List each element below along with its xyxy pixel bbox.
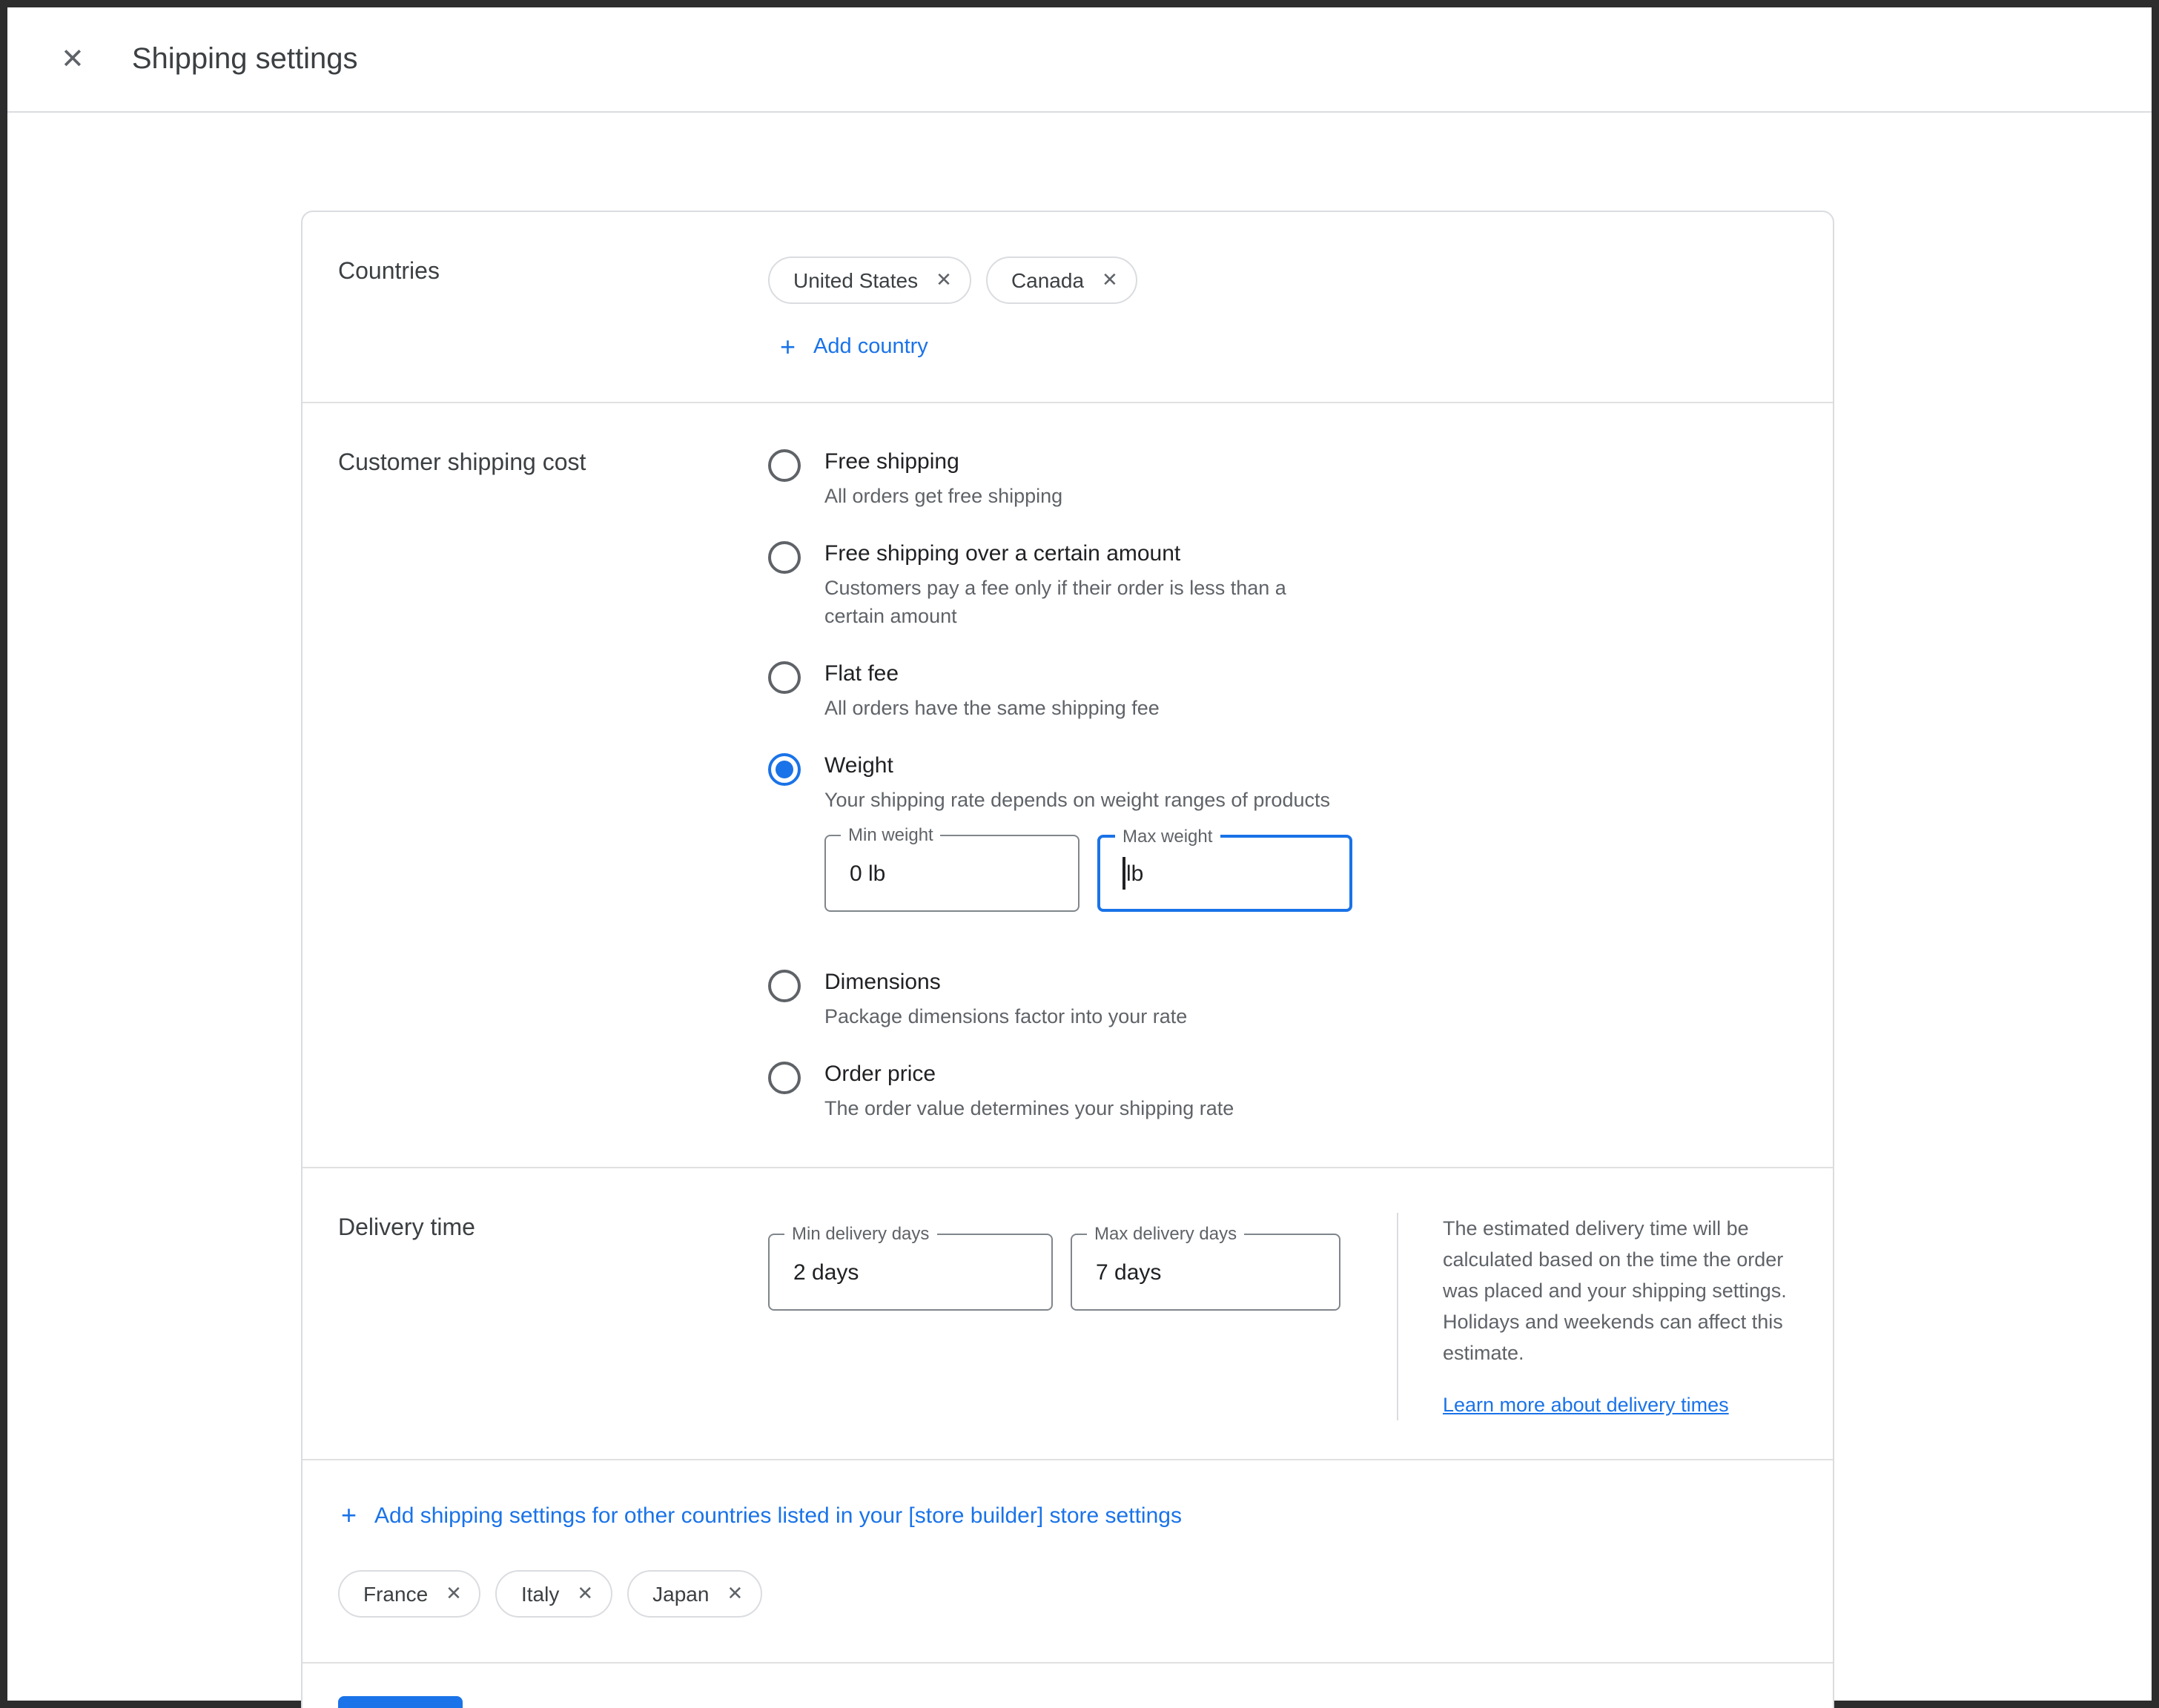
radio-title: Flat fee bbox=[824, 660, 1160, 689]
country-chip-canada[interactable]: Canada ✕ bbox=[986, 256, 1137, 304]
radio-icon[interactable] bbox=[768, 449, 801, 482]
settings-card: Countries United States ✕ Canada ✕ + Add… bbox=[301, 211, 1834, 1708]
delivery-help-panel: The estimated delivery time will be calc… bbox=[1397, 1213, 1797, 1420]
delivery-fields-row: Min delivery days 2 days Max delivery da… bbox=[768, 1213, 1340, 1420]
radio-option-free-shipping-over-amount[interactable]: Free shipping over a certain amount Cust… bbox=[768, 540, 1797, 630]
country-chip-japan[interactable]: Japan ✕ bbox=[627, 1570, 762, 1618]
country-chip-italy[interactable]: Italy ✕ bbox=[496, 1570, 612, 1618]
country-chip-label: France bbox=[363, 1582, 428, 1606]
min-delivery-days-label: Min delivery days bbox=[784, 1223, 936, 1244]
plus-icon: + bbox=[780, 334, 796, 360]
add-country-label: Add country bbox=[813, 335, 928, 359]
shipping-settings-dialog: ✕ Shipping settings Countries United Sta… bbox=[0, 0, 2159, 1708]
radio-icon[interactable] bbox=[768, 1062, 801, 1094]
radio-title: Order price bbox=[824, 1060, 1234, 1090]
shipping-cost-label: Customer shipping cost bbox=[338, 448, 768, 1128]
footer: Save Back bbox=[302, 1664, 1833, 1708]
remove-country-icon[interactable]: ✕ bbox=[936, 268, 952, 292]
radio-title: Dimensions bbox=[824, 968, 1187, 998]
max-delivery-days-label: Max delivery days bbox=[1087, 1223, 1244, 1244]
min-weight-field[interactable]: Min weight 0 lb bbox=[824, 835, 1080, 912]
page-title: Shipping settings bbox=[132, 42, 358, 76]
radio-option-order-price[interactable]: Order price The order value determines y… bbox=[768, 1060, 1797, 1122]
add-other-countries-label: Add shipping settings for other countrie… bbox=[374, 1503, 1182, 1528]
remove-country-icon[interactable]: ✕ bbox=[727, 1582, 743, 1606]
other-countries-chips-row: France ✕ Italy ✕ Japan ✕ bbox=[338, 1570, 1797, 1618]
radio-icon-selected[interactable] bbox=[768, 753, 801, 786]
close-icon[interactable]: ✕ bbox=[55, 39, 90, 79]
max-weight-field-label: Max weight bbox=[1115, 826, 1220, 847]
learn-more-link[interactable]: Learn more about delivery times bbox=[1443, 1389, 1729, 1420]
add-other-countries-button[interactable]: + Add shipping settings for other countr… bbox=[341, 1502, 1182, 1529]
countries-label: Countries bbox=[338, 256, 768, 363]
other-countries-section: + Add shipping settings for other countr… bbox=[302, 1460, 1833, 1664]
save-button[interactable]: Save bbox=[338, 1696, 463, 1708]
delivery-time-label: Delivery time bbox=[338, 1213, 768, 1420]
radio-title: Free shipping over a certain amount bbox=[824, 540, 1314, 569]
remove-country-icon[interactable]: ✕ bbox=[1102, 268, 1118, 292]
max-delivery-days-value: 7 days bbox=[1096, 1260, 1161, 1285]
max-weight-field-value: lb bbox=[1126, 861, 1143, 886]
radio-description: All orders have the same shipping fee bbox=[824, 694, 1160, 722]
radio-title: Weight bbox=[824, 752, 1352, 781]
radio-icon[interactable] bbox=[768, 661, 801, 694]
radio-description: Your shipping rate depends on weight ran… bbox=[824, 786, 1352, 814]
shipping-cost-section: Customer shipping cost Free shipping All… bbox=[302, 403, 1833, 1168]
min-weight-field-label: Min weight bbox=[841, 824, 941, 845]
remove-country-icon[interactable]: ✕ bbox=[577, 1582, 593, 1606]
radio-description: Customers pay a fee only if their order … bbox=[824, 574, 1314, 630]
topbar: ✕ Shipping settings bbox=[7, 7, 2152, 113]
country-chip-label: Japan bbox=[652, 1582, 709, 1606]
radio-icon[interactable] bbox=[768, 970, 801, 1002]
radio-description: All orders get free shipping bbox=[824, 482, 1062, 510]
radio-icon[interactable] bbox=[768, 541, 801, 574]
country-chip-united-states[interactable]: United States ✕ bbox=[768, 256, 971, 304]
radio-title: Free shipping bbox=[824, 448, 1062, 477]
min-delivery-days-field[interactable]: Min delivery days 2 days bbox=[768, 1234, 1053, 1311]
radio-description: Package dimensions factor into your rate bbox=[824, 1002, 1187, 1030]
min-weight-field-value: 0 lb bbox=[850, 861, 885, 886]
weight-fields-row: Min weight 0 lb Max weight lb bbox=[824, 835, 1352, 912]
country-chip-label: United States bbox=[793, 268, 918, 292]
min-delivery-days-value: 2 days bbox=[793, 1260, 859, 1285]
country-chip-label: Italy bbox=[521, 1582, 559, 1606]
plus-icon: + bbox=[341, 1502, 357, 1529]
country-chip-label: Canada bbox=[1011, 268, 1084, 292]
radio-description: The order value determines your shipping… bbox=[824, 1094, 1234, 1122]
radio-option-dimensions[interactable]: Dimensions Package dimensions factor int… bbox=[768, 968, 1797, 1030]
text-cursor bbox=[1123, 857, 1125, 890]
delivery-help-text: The estimated delivery time will be calc… bbox=[1443, 1213, 1797, 1368]
max-weight-field[interactable]: Max weight lb bbox=[1097, 835, 1352, 912]
add-country-button[interactable]: + Add country bbox=[780, 334, 928, 360]
remove-country-icon[interactable]: ✕ bbox=[446, 1582, 462, 1606]
radio-option-weight[interactable]: Weight Your shipping rate depends on wei… bbox=[768, 752, 1797, 939]
countries-section: Countries United States ✕ Canada ✕ + Add… bbox=[302, 212, 1833, 403]
country-chip-france[interactable]: France ✕ bbox=[338, 1570, 481, 1618]
radio-option-free-shipping[interactable]: Free shipping All orders get free shippi… bbox=[768, 448, 1797, 510]
radio-option-flat-fee[interactable]: Flat fee All orders have the same shippi… bbox=[768, 660, 1797, 722]
delivery-time-section: Delivery time Min delivery days 2 days M… bbox=[302, 1168, 1833, 1460]
countries-chips-row: United States ✕ Canada ✕ bbox=[768, 256, 1797, 304]
max-delivery-days-field[interactable]: Max delivery days 7 days bbox=[1071, 1234, 1340, 1311]
